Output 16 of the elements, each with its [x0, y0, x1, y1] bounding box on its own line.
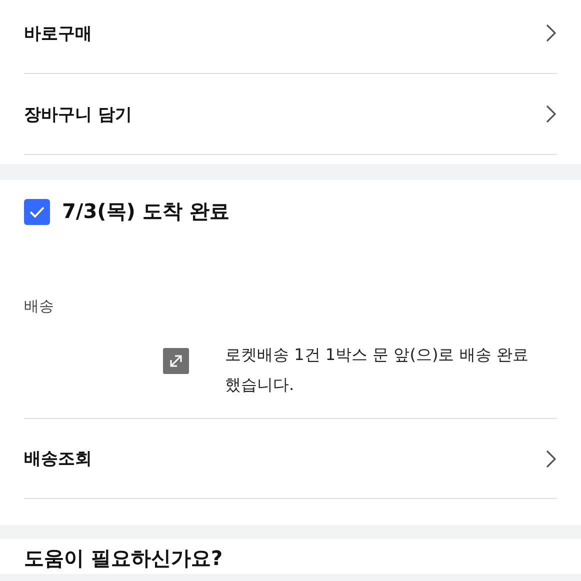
expand-icon[interactable] [163, 348, 189, 374]
action-row[interactable]: 장바구니 담기 [24, 74, 557, 155]
info-label: 배송 [24, 297, 55, 316]
help-title: 도움이 필요하신가요? [24, 545, 224, 572]
chevron-icon [545, 104, 557, 124]
action-label: 장바구니 담기 [24, 104, 132, 126]
delivery-status-title: 7/3(목) 도착 완료 [62, 198, 230, 225]
delivery-message: 로켓배송 1건 1박스 문 앞(으)로 배송 완료했습니다. [225, 344, 530, 396]
tracking-row[interactable]: 배송조회 [24, 418, 557, 499]
checkbox[interactable] [24, 198, 50, 224]
chevron-icon [545, 23, 557, 43]
action-label: 바로구매 [24, 22, 92, 44]
action-row[interactable]: 바로구매 [24, 0, 557, 74]
chevron-icon [545, 448, 557, 468]
tracking-label: 배송조회 [24, 448, 92, 470]
check-icon [29, 206, 45, 218]
